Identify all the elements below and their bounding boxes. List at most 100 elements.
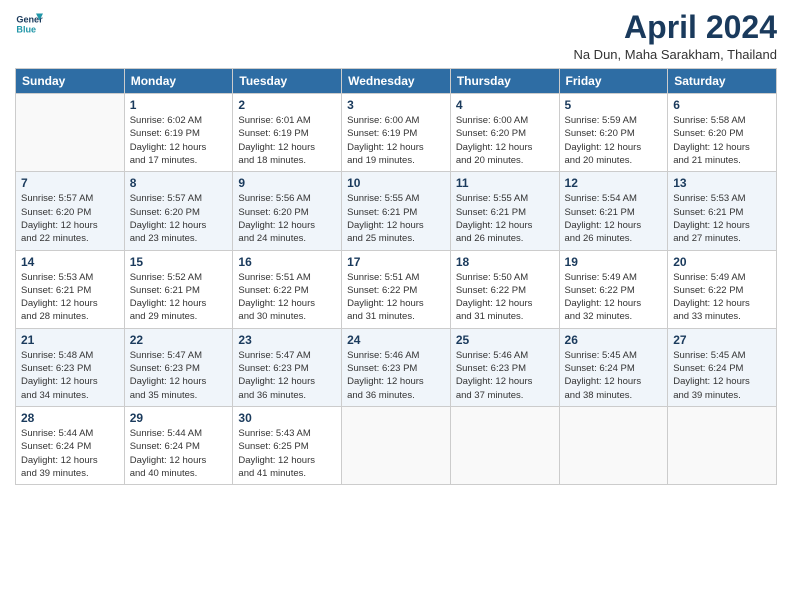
day-number: 30 [238,411,336,425]
calendar-day-cell: 14 Sunrise: 5:53 AM Sunset: 6:21 PM Dayli… [16,250,125,328]
calendar-day-cell: 9 Sunrise: 5:56 AM Sunset: 6:20 PM Daylig… [233,172,342,250]
calendar-day-cell: 11Sunrise: 5:55 AM Sunset: 6:21 PM Dayli… [450,172,559,250]
day-number: 13 [673,176,771,190]
calendar-week-row: 7 Sunrise: 5:57 AM Sunset: 6:20 PM Daylig… [16,172,777,250]
calendar-table: Sunday Monday Tuesday Wednesday Thursday… [15,68,777,485]
day-number: 21 [21,333,119,347]
calendar-day-cell: 28 Sunrise: 5:44 AM Sunset: 6:24 PM Dayli… [16,406,125,484]
day-number: 1 [130,98,228,112]
day-info: Sunrise: 5:56 AM Sunset: 6:20 PM Dayligh… [238,192,336,245]
calendar-day-cell [668,406,777,484]
day-number: 3 [347,98,445,112]
page-container: General Blue April 2024 Na Dun, Maha Sar… [0,0,792,490]
day-info: Sunrise: 5:54 AM Sunset: 6:21 PM Dayligh… [565,192,663,245]
day-number: 18 [456,255,554,269]
day-info: Sunrise: 6:00 AM Sunset: 6:20 PM Dayligh… [456,114,554,167]
day-number: 12 [565,176,663,190]
calendar-day-cell: 10Sunrise: 5:55 AM Sunset: 6:21 PM Dayli… [342,172,451,250]
day-number: 2 [238,98,336,112]
day-info: Sunrise: 5:50 AM Sunset: 6:22 PM Dayligh… [456,271,554,324]
day-number: 9 [238,176,336,190]
day-info: Sunrise: 5:55 AM Sunset: 6:21 PM Dayligh… [456,192,554,245]
calendar-day-cell: 1 Sunrise: 6:02 AM Sunset: 6:19 PM Daylig… [124,94,233,172]
day-number: 26 [565,333,663,347]
col-thursday: Thursday [450,69,559,94]
day-info: Sunrise: 5:47 AM Sunset: 6:23 PM Dayligh… [238,349,336,402]
day-number: 27 [673,333,771,347]
day-info: Sunrise: 5:51 AM Sunset: 6:22 PM Dayligh… [347,271,445,324]
calendar-day-cell: 3 Sunrise: 6:00 AM Sunset: 6:19 PM Daylig… [342,94,451,172]
day-info: Sunrise: 6:00 AM Sunset: 6:19 PM Dayligh… [347,114,445,167]
calendar-day-cell: 24 Sunrise: 5:46 AM Sunset: 6:23 PM Dayli… [342,328,451,406]
day-number: 22 [130,333,228,347]
calendar-day-cell: 25Sunrise: 5:46 AM Sunset: 6:23 PM Dayli… [450,328,559,406]
header: General Blue April 2024 Na Dun, Maha Sar… [15,10,777,62]
day-number: 14 [21,255,119,269]
day-info: Sunrise: 5:51 AM Sunset: 6:22 PM Dayligh… [238,271,336,324]
day-number: 5 [565,98,663,112]
day-info: Sunrise: 5:45 AM Sunset: 6:24 PM Dayligh… [565,349,663,402]
calendar-day-cell: 13Sunrise: 5:53 AM Sunset: 6:21 PM Dayli… [668,172,777,250]
calendar-day-cell: 26 Sunrise: 5:45 AM Sunset: 6:24 PM Dayli… [559,328,668,406]
day-info: Sunrise: 5:49 AM Sunset: 6:22 PM Dayligh… [565,271,663,324]
day-number: 29 [130,411,228,425]
col-sunday: Sunday [16,69,125,94]
calendar-week-row: 21 Sunrise: 5:48 AM Sunset: 6:23 PM Dayli… [16,328,777,406]
day-number: 28 [21,411,119,425]
day-number: 10 [347,176,445,190]
calendar-day-cell: 30 Sunrise: 5:43 AM Sunset: 6:25 PM Dayli… [233,406,342,484]
day-number: 19 [565,255,663,269]
calendar-day-cell: 8 Sunrise: 5:57 AM Sunset: 6:20 PM Daylig… [124,172,233,250]
day-info: Sunrise: 5:52 AM Sunset: 6:21 PM Dayligh… [130,271,228,324]
logo-icon: General Blue [15,10,43,38]
day-info: Sunrise: 5:59 AM Sunset: 6:20 PM Dayligh… [565,114,663,167]
calendar-day-cell: 19 Sunrise: 5:49 AM Sunset: 6:22 PM Dayli… [559,250,668,328]
location: Na Dun, Maha Sarakham, Thailand [573,47,777,62]
col-wednesday: Wednesday [342,69,451,94]
day-number: 20 [673,255,771,269]
day-info: Sunrise: 5:46 AM Sunset: 6:23 PM Dayligh… [347,349,445,402]
calendar-day-cell: 15 Sunrise: 5:52 AM Sunset: 6:21 PM Dayli… [124,250,233,328]
day-info: Sunrise: 6:01 AM Sunset: 6:19 PM Dayligh… [238,114,336,167]
calendar-day-cell [450,406,559,484]
calendar-day-cell: 18 Sunrise: 5:50 AM Sunset: 6:22 PM Dayli… [450,250,559,328]
calendar-day-cell: 29 Sunrise: 5:44 AM Sunset: 6:24 PM Dayli… [124,406,233,484]
day-number: 6 [673,98,771,112]
day-number: 4 [456,98,554,112]
calendar-day-cell: 23 Sunrise: 5:47 AM Sunset: 6:23 PM Dayli… [233,328,342,406]
day-info: Sunrise: 5:53 AM Sunset: 6:21 PM Dayligh… [21,271,119,324]
calendar-day-cell: 6Sunrise: 5:58 AM Sunset: 6:20 PM Daylig… [668,94,777,172]
day-info: Sunrise: 5:44 AM Sunset: 6:24 PM Dayligh… [130,427,228,480]
calendar-day-cell: 20 Sunrise: 5:49 AM Sunset: 6:22 PM Dayli… [668,250,777,328]
calendar-day-cell: 21 Sunrise: 5:48 AM Sunset: 6:23 PM Dayli… [16,328,125,406]
calendar-week-row: 1 Sunrise: 6:02 AM Sunset: 6:19 PM Daylig… [16,94,777,172]
day-info: Sunrise: 5:44 AM Sunset: 6:24 PM Dayligh… [21,427,119,480]
col-saturday: Saturday [668,69,777,94]
day-number: 24 [347,333,445,347]
calendar-day-cell: 4 Sunrise: 6:00 AM Sunset: 6:20 PM Daylig… [450,94,559,172]
day-info: Sunrise: 6:02 AM Sunset: 6:19 PM Dayligh… [130,114,228,167]
day-info: Sunrise: 5:45 AM Sunset: 6:24 PM Dayligh… [673,349,771,402]
calendar-day-cell [342,406,451,484]
month-title: April 2024 [573,10,777,45]
day-number: 7 [21,176,119,190]
calendar-day-cell: 2 Sunrise: 6:01 AM Sunset: 6:19 PM Daylig… [233,94,342,172]
logo: General Blue [15,10,43,38]
day-number: 23 [238,333,336,347]
calendar-day-cell: 12 Sunrise: 5:54 AM Sunset: 6:21 PM Dayli… [559,172,668,250]
day-number: 25 [456,333,554,347]
day-info: Sunrise: 5:57 AM Sunset: 6:20 PM Dayligh… [21,192,119,245]
calendar-day-cell [559,406,668,484]
day-number: 15 [130,255,228,269]
day-info: Sunrise: 5:49 AM Sunset: 6:22 PM Dayligh… [673,271,771,324]
col-tuesday: Tuesday [233,69,342,94]
day-info: Sunrise: 5:48 AM Sunset: 6:23 PM Dayligh… [21,349,119,402]
col-monday: Monday [124,69,233,94]
calendar-day-cell: 7 Sunrise: 5:57 AM Sunset: 6:20 PM Daylig… [16,172,125,250]
calendar-day-cell: 27 Sunrise: 5:45 AM Sunset: 6:24 PM Dayli… [668,328,777,406]
day-info: Sunrise: 5:57 AM Sunset: 6:20 PM Dayligh… [130,192,228,245]
day-info: Sunrise: 5:43 AM Sunset: 6:25 PM Dayligh… [238,427,336,480]
calendar-day-cell: 5 Sunrise: 5:59 AM Sunset: 6:20 PM Daylig… [559,94,668,172]
day-number: 8 [130,176,228,190]
calendar-week-row: 28 Sunrise: 5:44 AM Sunset: 6:24 PM Dayli… [16,406,777,484]
